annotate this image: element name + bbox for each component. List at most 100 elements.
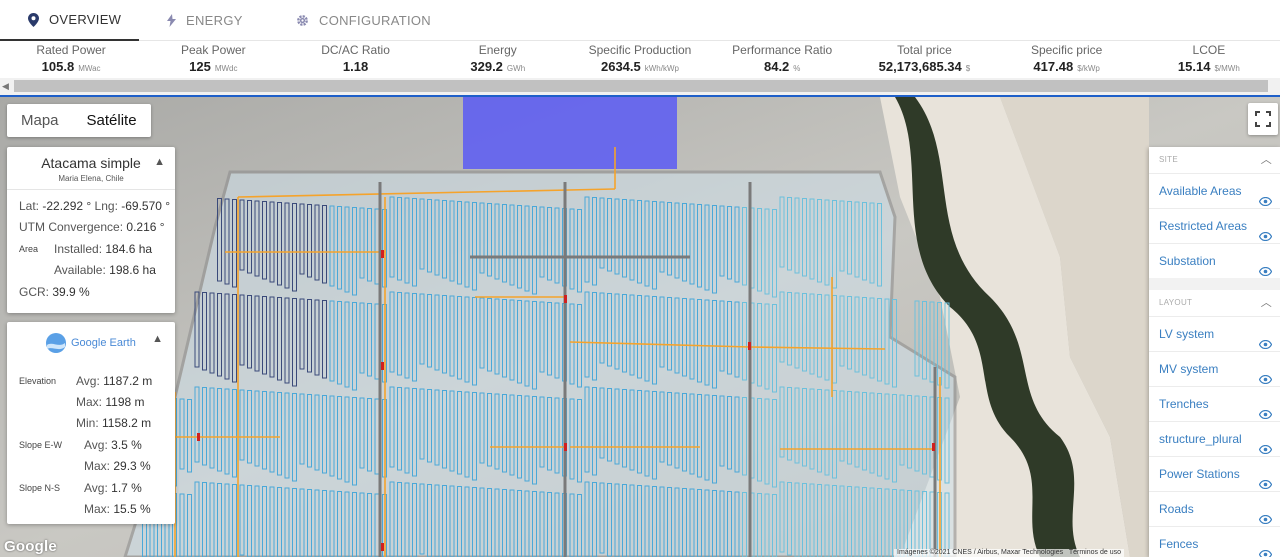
kpi-label: LCOE [1192, 43, 1226, 57]
elev-min-value: 1158.2 m [102, 416, 152, 430]
kpi-value: 417.48 [1033, 59, 1074, 74]
kpi-unit: % [793, 64, 801, 73]
map-type-satellite-button[interactable]: Satélite [73, 104, 151, 137]
available-label: Available: [54, 263, 106, 277]
slope-ns-avg-label: Avg: [84, 481, 108, 495]
lightning-bolt-icon [167, 14, 176, 28]
kpi-unit: $ [965, 64, 971, 73]
kpi-label: Performance Ratio [732, 43, 833, 57]
kpi-label: Peak Power [180, 43, 246, 57]
layer-item[interactable]: Roads [1149, 491, 1280, 526]
google-earth-globe-icon [46, 333, 66, 353]
slope-ns-label: Slope N-S [19, 483, 61, 493]
installed-label: Installed: [54, 242, 103, 256]
slope-ns-max-label: Max: [84, 502, 111, 516]
layout-layer-list: LV system MV system Trenches structure_plur… [1149, 316, 1280, 557]
layer-item-label: MV system [1159, 362, 1219, 376]
tab-energy-label: ENERGY [186, 13, 243, 28]
layers-panel: SITE ︿ Available Areas Restricted Areas Sub… [1149, 147, 1280, 557]
tab-overview-label: OVERVIEW [49, 12, 122, 27]
map-type-toggle: Mapa Satélite [7, 104, 151, 137]
layer-item[interactable]: MV system [1149, 351, 1280, 386]
tab-configuration[interactable]: CONFIGURATION [267, 0, 459, 41]
lng-label: Lng: [94, 199, 118, 213]
kpi-specific-production: Specific Production 2634.5 kWh/kWp [569, 41, 711, 78]
gcr-value: 39.9 % [52, 285, 90, 299]
kpi-label: Rated Power [36, 43, 106, 57]
project-name: Atacama simple [41, 155, 141, 171]
layer-item[interactable]: structure_plural [1149, 421, 1280, 456]
kpi-value: 52,173,685.34 [878, 59, 962, 74]
slope-ns-avg-value: 1.7 % [111, 481, 142, 495]
satellite-map[interactable]: Mapa Satélite Atacama simple Maria Elena… [0, 97, 1280, 557]
layer-item[interactable]: Available Areas [1149, 173, 1280, 208]
elev-avg-value: 1187.2 m [103, 374, 153, 388]
kpi-bar: Rated Power 105.8 MWac Peak Power 125 MWdc… [0, 41, 1280, 78]
kpi-value: 125 [189, 59, 211, 74]
gcr-label: GCR: [19, 285, 49, 299]
slope-ew-label: Slope E-W [19, 440, 63, 450]
elev-max-label: Max: [76, 395, 103, 409]
horizontal-scrollbar[interactable]: ◀ [0, 78, 1280, 95]
scroll-left-arrow-icon[interactable]: ◀ [2, 81, 9, 92]
google-earth-panel: Google Earth ▲ Elevation Avg: 1187.2 m M… [7, 322, 175, 524]
collapse-chevron-icon[interactable]: ▲ [154, 156, 165, 168]
slope-ns-max-value: 15.5 % [113, 502, 151, 516]
layer-item[interactable]: Substation [1149, 243, 1280, 278]
site-layer-list: Available Areas Restricted Areas Substatio… [1149, 173, 1280, 278]
utm-value: 0.216 ° [126, 220, 165, 234]
collapse-chevron-icon[interactable]: ︿ [1261, 290, 1272, 316]
kpi-rated-power: Rated Power 105.8 MWac [0, 41, 142, 78]
lat-value: -22.292 ° [42, 199, 92, 213]
slope-ew-max-label: Max: [84, 459, 111, 473]
section-header: SITE [1159, 155, 1178, 164]
kpi-lcoe: LCOE 15.14 $/MWh [1138, 41, 1280, 78]
fullscreen-icon [1255, 111, 1271, 127]
project-location: Maria Elena, Chile [58, 174, 124, 183]
layer-item-label: LV system [1159, 327, 1215, 341]
attribution-text: Imágenes ©2021 CNES / Airbus, Maxar Tech… [897, 549, 1064, 556]
layer-item-label: Roads [1159, 502, 1194, 516]
kpi-value: 329.2 [470, 59, 503, 74]
tab-overview[interactable]: OVERVIEW [0, 0, 139, 41]
eye-icon[interactable] [1258, 255, 1273, 289]
location-pin-icon [28, 12, 39, 27]
elev-avg-label: Avg: [76, 374, 100, 388]
tab-configuration-label: CONFIGURATION [319, 13, 431, 28]
kpi-label: Total price [897, 43, 952, 57]
terms-link[interactable]: Términos de uso [1069, 549, 1121, 556]
kpi-label: Specific price [1030, 43, 1103, 57]
layer-item[interactable]: LV system [1149, 316, 1280, 351]
scrollbar-thumb[interactable] [14, 80, 1268, 92]
layer-item-label: Restricted Areas [1159, 219, 1248, 233]
eye-icon[interactable] [1258, 538, 1273, 557]
slope-ew-max-value: 29.3 % [113, 459, 151, 473]
collapse-chevron-icon[interactable]: ︿ [1261, 147, 1272, 173]
layer-item-label: Trenches [1159, 397, 1209, 411]
google-earth-logo: Google Earth [45, 332, 136, 354]
layer-item[interactable]: Trenches [1149, 386, 1280, 421]
substation-area[interactable] [463, 97, 677, 169]
layers-section-site: SITE ︿ [1149, 147, 1280, 173]
google-logo: Google [4, 538, 57, 555]
kpi-value: 105.8 [41, 59, 75, 74]
site-info-panel: Atacama simple Maria Elena, Chile ▲ Lat:… [7, 147, 175, 313]
layer-item[interactable]: Power Stations [1149, 456, 1280, 491]
collapse-chevron-icon[interactable]: ▲ [152, 333, 163, 345]
kpi-total-price: Total price 52,173,685.34 $ [853, 41, 995, 78]
map-type-map-button[interactable]: Mapa [7, 104, 73, 137]
layer-item[interactable]: Restricted Areas [1149, 208, 1280, 243]
tab-energy[interactable]: ENERGY [139, 0, 267, 41]
kpi-label: Energy [478, 43, 517, 57]
slope-ew-avg-label: Avg: [84, 438, 108, 452]
divider [7, 189, 175, 190]
layer-item-label: Substation [1159, 254, 1216, 268]
fullscreen-button[interactable] [1248, 103, 1278, 135]
elev-min-label: Min: [76, 416, 99, 430]
map-canvas[interactable] [0, 97, 1280, 557]
layer-item[interactable]: Fences [1149, 526, 1280, 557]
lat-label: Lat: [19, 199, 40, 213]
kpi-unit: kWh/kWp [644, 64, 679, 73]
google-earth-logo-text: Google Earth [71, 337, 136, 349]
kpi-dc-ac-ratio: DC/AC Ratio 1.18 [284, 41, 426, 78]
